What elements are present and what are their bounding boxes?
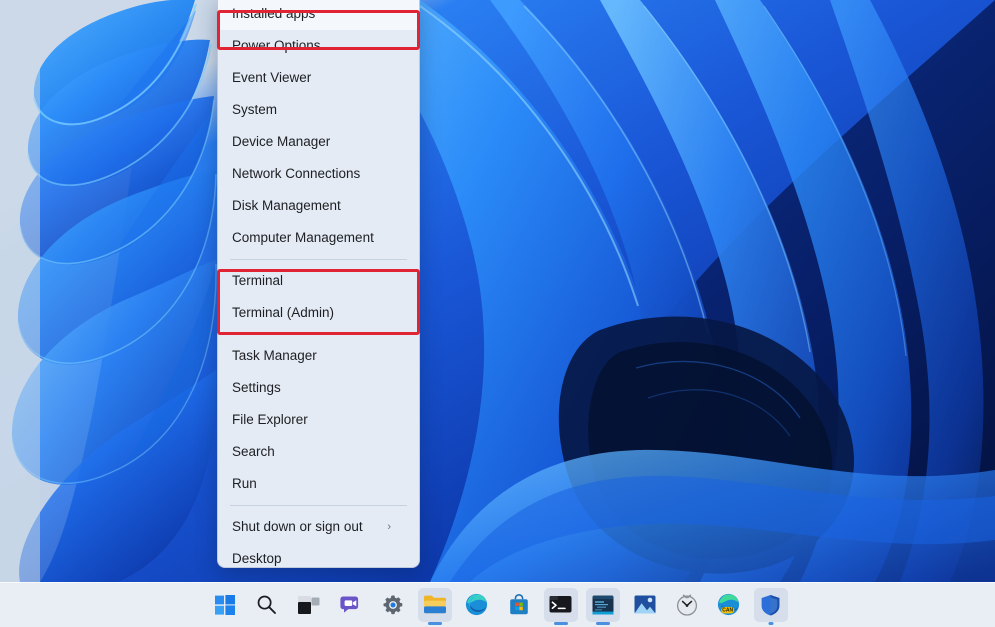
menu-item-file-explorer[interactable]: File Explorer xyxy=(218,404,419,436)
menu-item-disk-management[interactable]: Disk Management xyxy=(218,190,419,222)
menu-item-label: Installed apps xyxy=(232,0,407,30)
menu-item-label: Power Options xyxy=(232,30,407,62)
menu-item-label: Terminal xyxy=(232,265,407,297)
menu-item-label: Network Connections xyxy=(232,158,407,190)
menu-item-label: Disk Management xyxy=(232,190,407,222)
menu-item-computer-management[interactable]: Computer Management xyxy=(218,222,419,254)
taskbar-item-edge-canary[interactable]: CAN xyxy=(712,588,746,622)
menu-item-label: Device Manager xyxy=(232,126,407,158)
task-view-icon xyxy=(298,596,320,614)
menu-list: Installed apps Power Options Event Viewe… xyxy=(218,0,419,568)
taskbar-item-windows-security[interactable] xyxy=(754,588,788,622)
taskbar-item-edge[interactable] xyxy=(460,588,494,622)
shield-icon xyxy=(760,594,781,616)
menu-item-label: Search xyxy=(232,436,407,468)
code-editor-icon xyxy=(592,595,614,615)
taskbar-item-clock[interactable] xyxy=(670,588,704,622)
menu-separator xyxy=(230,505,407,506)
menu-item-event-viewer[interactable]: Event Viewer xyxy=(218,62,419,94)
desktop-wallpaper[interactable] xyxy=(0,0,995,582)
windows-logo-icon xyxy=(215,595,235,615)
menu-item-power-options[interactable]: Power Options xyxy=(218,30,419,62)
menu-item-system[interactable]: System xyxy=(218,94,419,126)
terminal-icon xyxy=(549,595,572,614)
taskbar[interactable]: CAN xyxy=(0,582,995,627)
menu-separator xyxy=(230,334,407,335)
menu-item-device-manager[interactable]: Device Manager xyxy=(218,126,419,158)
taskbar-item-file-explorer[interactable] xyxy=(418,588,452,622)
taskbar-item-search[interactable] xyxy=(250,588,284,622)
edge-canary-icon: CAN xyxy=(717,593,740,616)
chevron-right-icon: › xyxy=(387,522,407,533)
bloom-wallpaper-art xyxy=(0,0,995,582)
gear-icon xyxy=(382,594,404,616)
menu-item-terminal-admin[interactable]: Terminal (Admin) xyxy=(218,297,419,329)
running-indicator xyxy=(596,622,610,625)
taskbar-item-task-view[interactable] xyxy=(292,588,326,622)
menu-item-run[interactable]: Run xyxy=(218,468,419,500)
menu-item-label: File Explorer xyxy=(232,404,407,436)
menu-item-task-manager[interactable]: Task Manager xyxy=(218,340,419,372)
menu-item-label: Desktop xyxy=(232,543,407,568)
win-x-power-user-menu[interactable]: Installed apps Power Options Event Viewe… xyxy=(217,0,420,568)
folder-icon xyxy=(423,594,447,615)
menu-item-label: Computer Management xyxy=(232,222,407,254)
menu-item-installed-apps[interactable]: Installed apps xyxy=(218,0,419,30)
menu-item-terminal[interactable]: Terminal xyxy=(218,265,419,297)
search-icon xyxy=(256,594,277,615)
menu-item-desktop[interactable]: Desktop xyxy=(218,543,419,568)
svg-text:CAN: CAN xyxy=(722,608,733,614)
menu-item-network-connections[interactable]: Network Connections xyxy=(218,158,419,190)
chat-icon xyxy=(340,595,362,615)
taskbar-item-microsoft-store[interactable] xyxy=(502,588,536,622)
store-bag-icon xyxy=(508,594,530,616)
taskbar-item-chat[interactable] xyxy=(334,588,368,622)
menu-item-label: Shut down or sign out xyxy=(232,511,387,543)
running-indicator xyxy=(428,622,442,625)
menu-item-settings[interactable]: Settings xyxy=(218,372,419,404)
menu-item-label: Task Manager xyxy=(232,340,407,372)
running-indicator xyxy=(768,622,773,625)
photos-icon xyxy=(634,595,656,614)
menu-item-label: Event Viewer xyxy=(232,62,407,94)
menu-item-shut-down-or-sign-out[interactable]: Shut down or sign out › xyxy=(218,511,419,543)
clock-icon xyxy=(676,594,698,616)
taskbar-item-vscode[interactable] xyxy=(586,588,620,622)
windows-desktop-screen: Installed apps Power Options Event Viewe… xyxy=(0,0,995,627)
menu-item-label: Run xyxy=(232,468,407,500)
running-indicator xyxy=(554,622,568,625)
taskbar-item-settings[interactable] xyxy=(376,588,410,622)
taskbar-item-photos[interactable] xyxy=(628,588,662,622)
menu-separator xyxy=(230,259,407,260)
menu-item-label: Terminal (Admin) xyxy=(232,297,407,329)
edge-icon xyxy=(465,593,488,616)
taskbar-item-start[interactable] xyxy=(208,588,242,622)
menu-item-label: System xyxy=(232,94,407,126)
taskbar-item-terminal[interactable] xyxy=(544,588,578,622)
menu-item-label: Settings xyxy=(232,372,407,404)
menu-item-search[interactable]: Search xyxy=(218,436,419,468)
